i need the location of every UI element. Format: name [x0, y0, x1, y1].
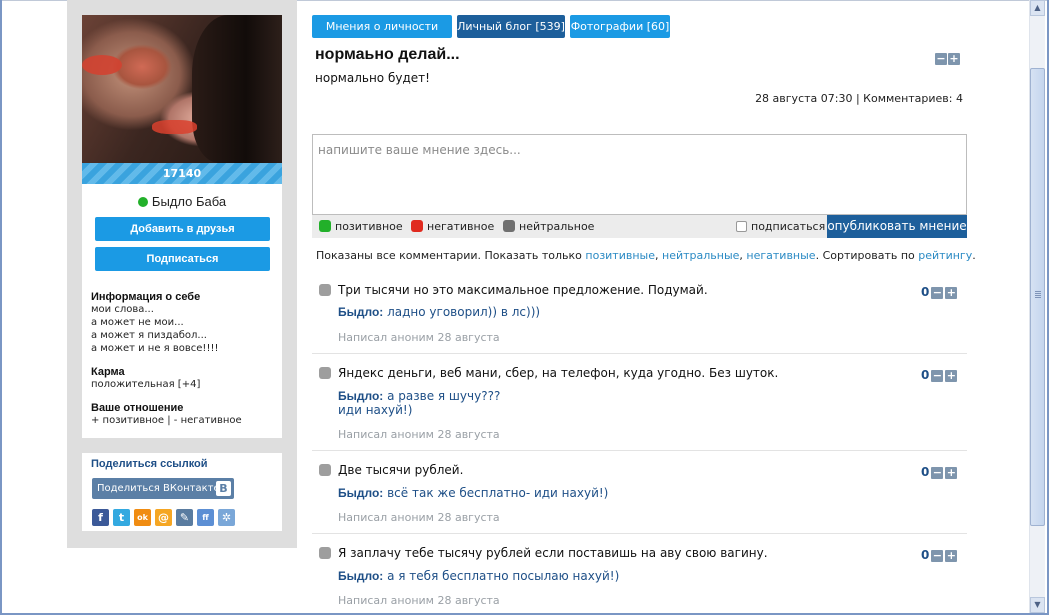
- window-frame: [0, 0, 1049, 615]
